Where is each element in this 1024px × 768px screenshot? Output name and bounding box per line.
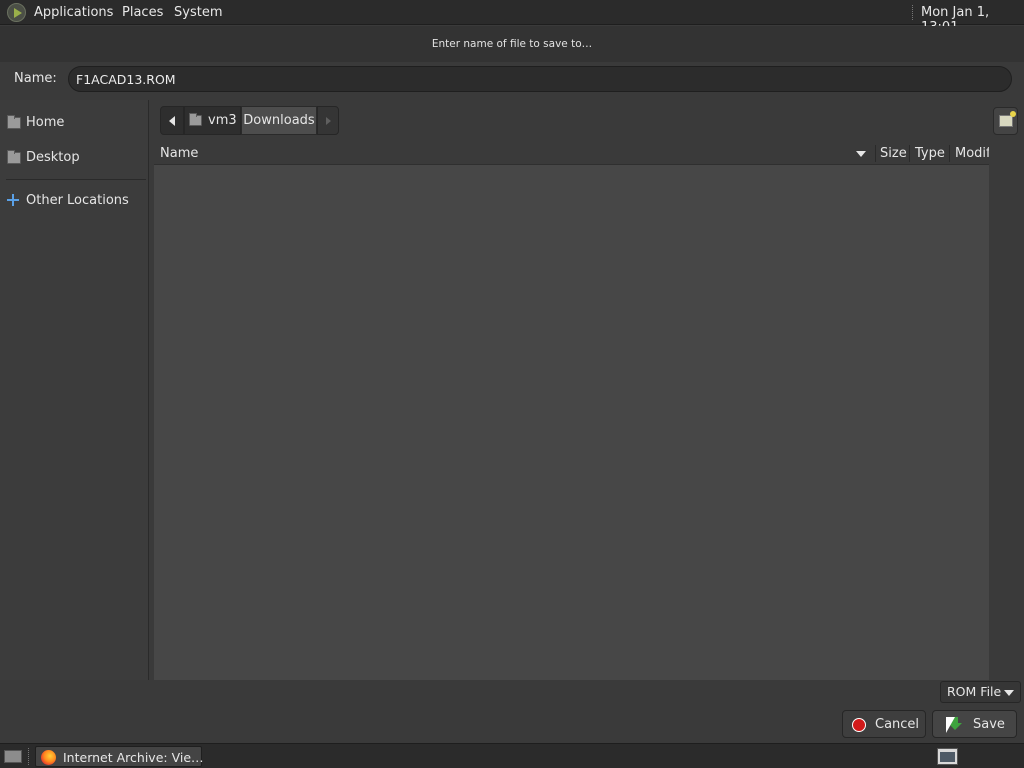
sidebar-item-label: Desktop [26,150,80,165]
column-header-name[interactable]: Name [160,146,198,161]
name-label: Name: [14,71,57,86]
cancel-icon [852,718,866,732]
column-divider [875,145,876,162]
sidebar-divider [6,179,146,180]
path-segment-label: vm3 [208,113,237,128]
path-bar: vm3 Downloads [160,106,339,135]
chevron-down-icon [1004,690,1014,696]
plus-icon [7,194,19,206]
places-sidebar: Home Desktop Other Locations [0,100,149,680]
list-scroll-area [989,142,1024,680]
save-button[interactable]: Save [932,710,1017,738]
home-folder-icon [189,113,202,126]
path-back-button[interactable] [160,106,184,135]
column-header-type[interactable]: Type [915,146,945,161]
sidebar-item-desktop[interactable]: Desktop [0,143,148,173]
column-divider [949,145,950,162]
cancel-label: Cancel [875,717,920,732]
new-folder-icon [998,111,1016,127]
taskbar-separator [28,748,29,765]
firefox-icon [41,750,56,765]
list-header: Name Size Type Modif [154,142,991,165]
sidebar-item-home[interactable]: Home [0,108,148,138]
path-forward-button[interactable] [317,106,339,135]
panel-separator [912,5,914,20]
cancel-button[interactable]: Cancel [842,710,926,738]
system-menu[interactable]: System [174,5,222,20]
sort-descending-icon [856,151,866,157]
sidebar-item-label: Other Locations [26,193,129,208]
path-segment-downloads[interactable]: Downloads [241,106,317,135]
taskbar-item-label: Internet Archive: Vie… [63,750,204,765]
sidebar-item-label: Home [26,115,65,130]
save-label: Save [973,717,1005,732]
create-folder-button[interactable] [993,107,1018,135]
filter-label: ROM File [947,684,1002,699]
file-type-filter[interactable]: ROM File [940,681,1021,703]
sidebar-item-other-locations[interactable]: Other Locations [0,186,148,216]
taskbar: Internet Archive: Vie… [0,743,1024,768]
taskbar-item-firefox[interactable]: Internet Archive: Vie… [35,746,204,767]
screen: Applications Places System Mon Jan 1, 13… [0,0,1024,768]
applications-menu[interactable]: Applications [34,5,113,20]
desktop-folder-icon [7,150,21,164]
column-header-size[interactable]: Size [880,146,907,161]
file-browser: vm3 Downloads Name Size Type Modif [150,100,1024,680]
name-row: Name: [0,62,1024,98]
distro-logo-icon[interactable] [7,3,26,22]
show-desktop-icon[interactable] [4,750,22,763]
top-panel: Applications Places System Mon Jan 1, 13… [0,0,1024,35]
file-list[interactable]: Name Size Type Modif [154,142,991,680]
mouse-pointer-icon [946,717,955,733]
path-segment-vm3[interactable]: vm3 [184,106,241,135]
dialog-title: Enter name of file to save to… [0,26,1024,62]
workspace-switcher-icon[interactable] [937,748,958,765]
home-folder-icon [7,115,21,129]
filename-input[interactable] [68,66,1012,92]
places-menu[interactable]: Places [122,5,163,20]
column-divider [909,145,910,162]
column-header-modified[interactable]: Modif [955,146,991,161]
